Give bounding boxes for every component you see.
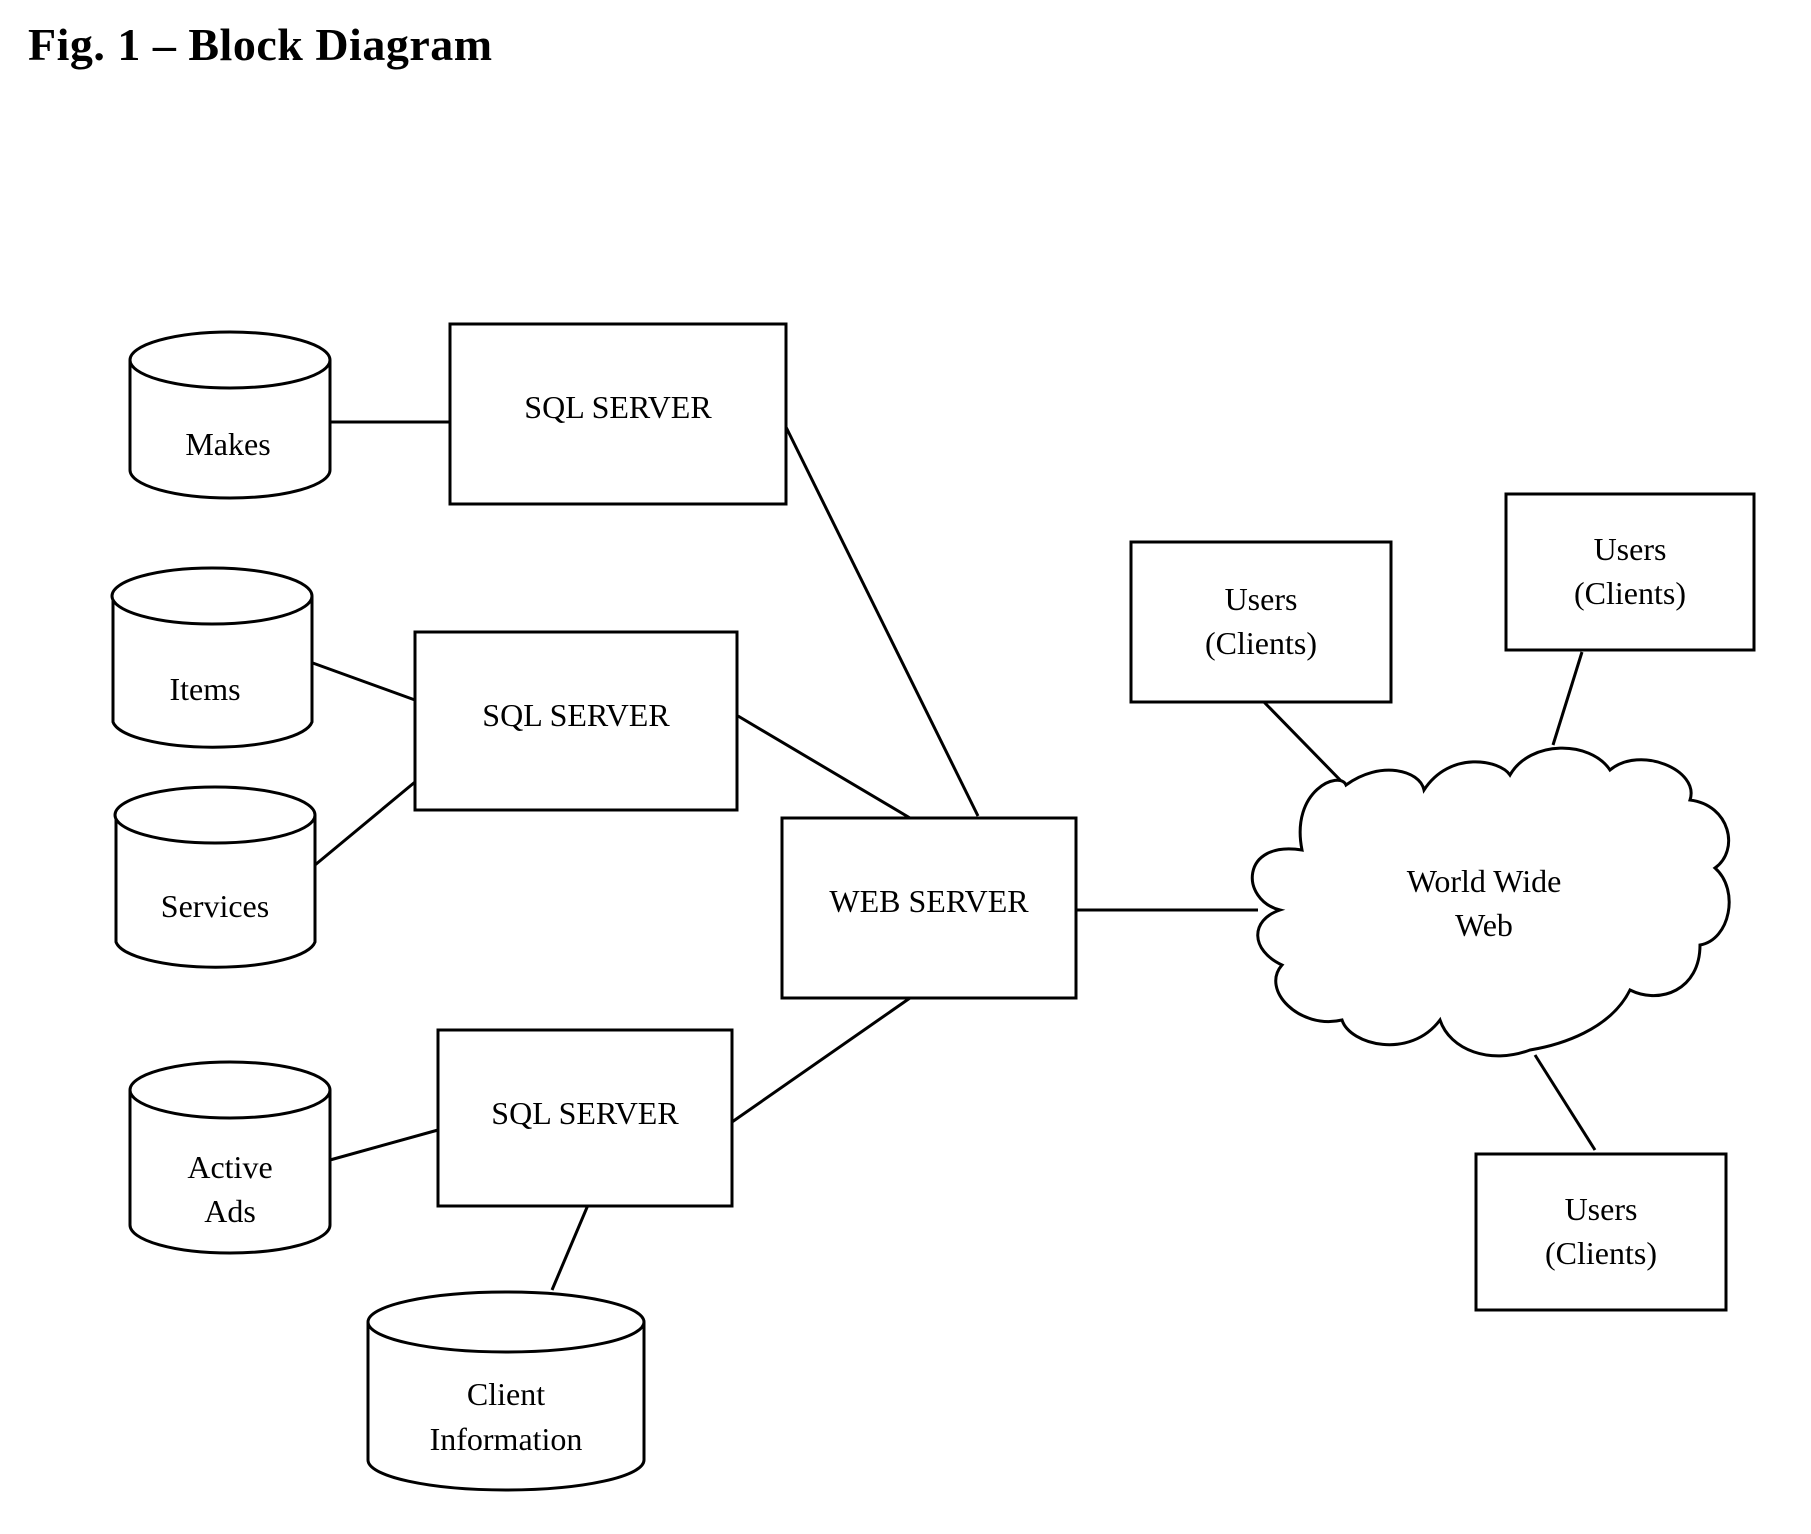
box-label: Users <box>1594 531 1667 567</box>
cloud-label: Web <box>1455 907 1513 943</box>
edge-sql3-clientinfo <box>550 1204 590 1291</box>
edge-sql2-web <box>737 714 911 820</box>
database-makes: Makes <box>128 330 332 500</box>
box-label: SQL SERVER <box>491 1095 679 1131</box>
edge-sql1-web <box>783 424 980 817</box>
database-label: Information <box>430 1421 583 1457</box>
box-label: WEB SERVER <box>829 883 1029 919</box>
database-label: Client <box>467 1376 545 1412</box>
users-box-2: Users (Clients) <box>1504 492 1756 652</box>
sql-server-box-1: SQL SERVER <box>448 322 788 506</box>
users-box-3: Users (Clients) <box>1474 1152 1728 1312</box>
database-services: Services <box>113 785 317 969</box>
world-wide-web-cloud: World Wide Web <box>1250 746 1731 1058</box>
database-active-ads: Active Ads <box>128 1060 332 1255</box>
edge-users2-www <box>1551 651 1584 746</box>
sql-server-box-2: SQL SERVER <box>413 630 739 812</box>
edge-sql3-web <box>731 996 911 1124</box>
web-server-box: WEB SERVER <box>780 816 1078 1000</box>
sql-server-box-3: SQL SERVER <box>436 1028 734 1208</box>
database-label: Ads <box>204 1193 256 1229</box>
edge-www-users3 <box>1533 1054 1597 1151</box>
database-items: Items <box>110 566 314 749</box>
database-label: Services <box>161 888 269 924</box>
edge-activeads-sql3 <box>329 1128 439 1162</box>
database-label: Makes <box>185 426 270 462</box>
edge-services-sql2 <box>314 780 416 867</box>
box-label: (Clients) <box>1545 1235 1657 1271</box>
cloud-label: World Wide <box>1407 863 1562 899</box>
box-label: SQL SERVER <box>482 697 670 733</box>
database-label: Items <box>169 671 240 707</box>
box-label: Users <box>1565 1191 1638 1227</box>
users-box-1: Users (Clients) <box>1129 540 1393 704</box>
block-diagram: Makes Items Services Active Ads Client I… <box>110 322 1756 1492</box>
edge-users1-www <box>1260 698 1347 787</box>
edge-items-sql2 <box>309 660 416 702</box>
box-label: (Clients) <box>1205 625 1317 661</box>
box-label: (Clients) <box>1574 575 1686 611</box>
box-label: SQL SERVER <box>524 389 712 425</box>
box-label: Users <box>1225 581 1298 617</box>
database-client-information: Client Information <box>366 1290 646 1492</box>
database-label: Active <box>187 1149 272 1185</box>
